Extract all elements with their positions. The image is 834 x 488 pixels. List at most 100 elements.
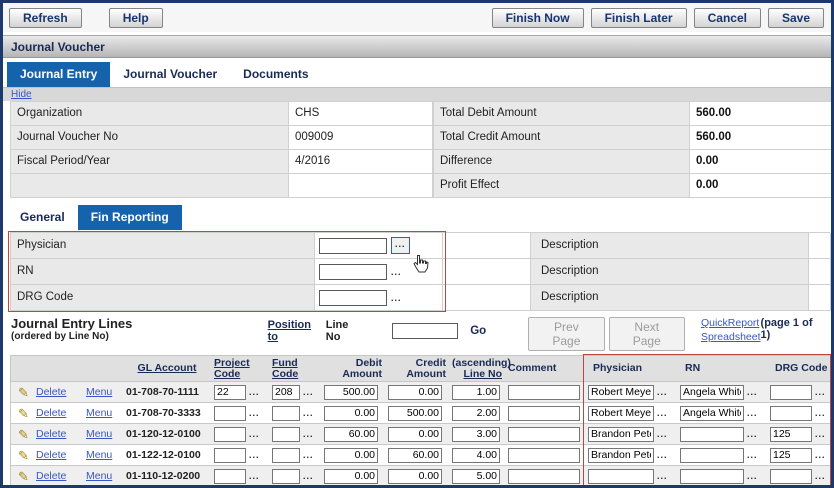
credit-amount-input[interactable] bbox=[388, 469, 442, 484]
edit-pencil-icon[interactable]: ✎ bbox=[14, 470, 29, 483]
drg-line-lookup-icon[interactable]: ... bbox=[815, 471, 826, 481]
project-lookup-icon[interactable]: ... bbox=[249, 471, 260, 481]
drg-lookup-icon[interactable]: ... bbox=[391, 293, 402, 303]
physician-line-lookup-icon[interactable]: ... bbox=[657, 471, 668, 481]
project-lookup-icon[interactable]: ... bbox=[249, 387, 260, 397]
fund-lookup-icon[interactable]: ... bbox=[303, 450, 314, 460]
delete-link[interactable]: Delete bbox=[36, 449, 66, 461]
physician-line-lookup-icon[interactable]: ... bbox=[657, 429, 668, 439]
edit-pencil-icon[interactable]: ✎ bbox=[14, 407, 29, 420]
physician-line-lookup-icon[interactable]: ... bbox=[657, 408, 668, 418]
line-no-input[interactable] bbox=[452, 385, 500, 400]
tab-fin-reporting[interactable]: Fin Reporting bbox=[78, 205, 182, 230]
tab-journal-entry[interactable]: Journal Entry bbox=[7, 62, 110, 87]
project-lookup-icon[interactable]: ... bbox=[249, 408, 260, 418]
drg-line-input[interactable] bbox=[770, 427, 812, 442]
drg-line-lookup-icon[interactable]: ... bbox=[815, 450, 826, 460]
rn-lookup-icon[interactable]: ... bbox=[391, 267, 402, 277]
credit-amount-input[interactable] bbox=[388, 448, 442, 463]
tab-documents[interactable]: Documents bbox=[230, 62, 321, 87]
prev-page-button[interactable]: Prev Page bbox=[528, 317, 604, 351]
physician-line-input[interactable] bbox=[588, 406, 654, 421]
physician-line-input[interactable] bbox=[588, 469, 654, 484]
rn-line-lookup-icon[interactable]: ... bbox=[747, 471, 758, 481]
comment-input[interactable] bbox=[508, 448, 580, 463]
debit-amount-input[interactable] bbox=[324, 448, 378, 463]
physician-line-input[interactable] bbox=[588, 427, 654, 442]
line-no-input[interactable] bbox=[452, 448, 500, 463]
fund-code-input[interactable] bbox=[272, 427, 300, 442]
line-no-input[interactable] bbox=[452, 469, 500, 484]
delete-link[interactable]: Delete bbox=[36, 386, 66, 398]
finish-now-button[interactable]: Finish Now bbox=[492, 8, 584, 28]
drg-line-input[interactable] bbox=[770, 448, 812, 463]
help-button[interactable]: Help bbox=[109, 8, 163, 28]
debit-amount-input[interactable] bbox=[324, 469, 378, 484]
finish-later-button[interactable]: Finish Later bbox=[591, 8, 687, 28]
tab-journal-voucher[interactable]: Journal Voucher bbox=[110, 62, 230, 87]
line-no-header-link[interactable]: Line No bbox=[464, 368, 503, 380]
fund-code-input[interactable] bbox=[272, 385, 300, 400]
project-code-input[interactable] bbox=[214, 448, 246, 463]
fund-lookup-icon[interactable]: ... bbox=[303, 471, 314, 481]
spreadsheet-link[interactable]: Spreadsheet bbox=[701, 330, 761, 344]
menu-link[interactable]: Menu bbox=[86, 386, 112, 398]
drg-line-lookup-icon[interactable]: ... bbox=[815, 387, 826, 397]
fund-code-input[interactable] bbox=[272, 469, 300, 484]
debit-amount-input[interactable] bbox=[324, 427, 378, 442]
edit-pencil-icon[interactable]: ✎ bbox=[14, 449, 29, 462]
hide-link[interactable]: Hide bbox=[11, 89, 32, 100]
physician-line-input[interactable] bbox=[588, 448, 654, 463]
go-button[interactable]: Go bbox=[470, 325, 486, 337]
menu-link[interactable]: Menu bbox=[86, 428, 112, 440]
gl-account-header-link[interactable]: GL Account bbox=[138, 362, 197, 374]
refresh-button[interactable]: Refresh bbox=[9, 8, 82, 28]
fund-lookup-icon[interactable]: ... bbox=[303, 429, 314, 439]
project-code-input[interactable] bbox=[214, 385, 246, 400]
delete-link[interactable]: Delete bbox=[36, 407, 66, 419]
rn-line-lookup-icon[interactable]: ... bbox=[747, 429, 758, 439]
project-lookup-icon[interactable]: ... bbox=[249, 450, 260, 460]
comment-input[interactable] bbox=[508, 469, 580, 484]
rn-line-input[interactable] bbox=[680, 427, 744, 442]
fund-lookup-icon[interactable]: ... bbox=[303, 387, 314, 397]
rn-line-input[interactable] bbox=[680, 406, 744, 421]
fund-lookup-icon[interactable]: ... bbox=[303, 408, 314, 418]
rn-line-lookup-icon[interactable]: ... bbox=[747, 408, 758, 418]
tab-general[interactable]: General bbox=[7, 205, 78, 230]
fund-code-input[interactable] bbox=[272, 448, 300, 463]
credit-amount-input[interactable] bbox=[388, 427, 442, 442]
comment-input[interactable] bbox=[508, 385, 580, 400]
debit-amount-input[interactable] bbox=[324, 406, 378, 421]
drg-line-input[interactable] bbox=[770, 406, 812, 421]
physician-line-lookup-icon[interactable]: ... bbox=[657, 387, 668, 397]
project-code-header-link[interactable]: Project Code bbox=[214, 358, 254, 380]
physician-line-input[interactable] bbox=[588, 385, 654, 400]
rn-line-input[interactable] bbox=[680, 469, 744, 484]
comment-input[interactable] bbox=[508, 406, 580, 421]
drg-line-input[interactable] bbox=[770, 385, 812, 400]
rn-line-lookup-icon[interactable]: ... bbox=[747, 450, 758, 460]
physician-line-lookup-icon[interactable]: ... bbox=[657, 450, 668, 460]
project-code-input[interactable] bbox=[214, 406, 246, 421]
drg-line-lookup-icon[interactable]: ... bbox=[815, 429, 826, 439]
line-no-input[interactable] bbox=[452, 406, 500, 421]
rn-line-lookup-icon[interactable]: ... bbox=[747, 387, 758, 397]
delete-link[interactable]: Delete bbox=[36, 428, 66, 440]
debit-amount-input[interactable] bbox=[324, 385, 378, 400]
project-code-input[interactable] bbox=[214, 469, 246, 484]
drg-code-input[interactable] bbox=[319, 290, 387, 306]
rn-line-input[interactable] bbox=[680, 448, 744, 463]
menu-link[interactable]: Menu bbox=[86, 470, 112, 482]
rn-input[interactable] bbox=[319, 264, 387, 280]
position-to-link[interactable]: Position to bbox=[268, 319, 322, 343]
next-page-button[interactable]: Next Page bbox=[609, 317, 685, 351]
drg-line-lookup-icon[interactable]: ... bbox=[815, 408, 826, 418]
fund-code-header-link[interactable]: Fund Code bbox=[272, 358, 304, 380]
fund-code-input[interactable] bbox=[272, 406, 300, 421]
comment-input[interactable] bbox=[508, 427, 580, 442]
project-code-input[interactable] bbox=[214, 427, 246, 442]
save-button[interactable]: Save bbox=[768, 8, 824, 28]
physician-lookup-icon[interactable]: ... bbox=[391, 237, 410, 254]
cancel-button[interactable]: Cancel bbox=[694, 8, 761, 28]
